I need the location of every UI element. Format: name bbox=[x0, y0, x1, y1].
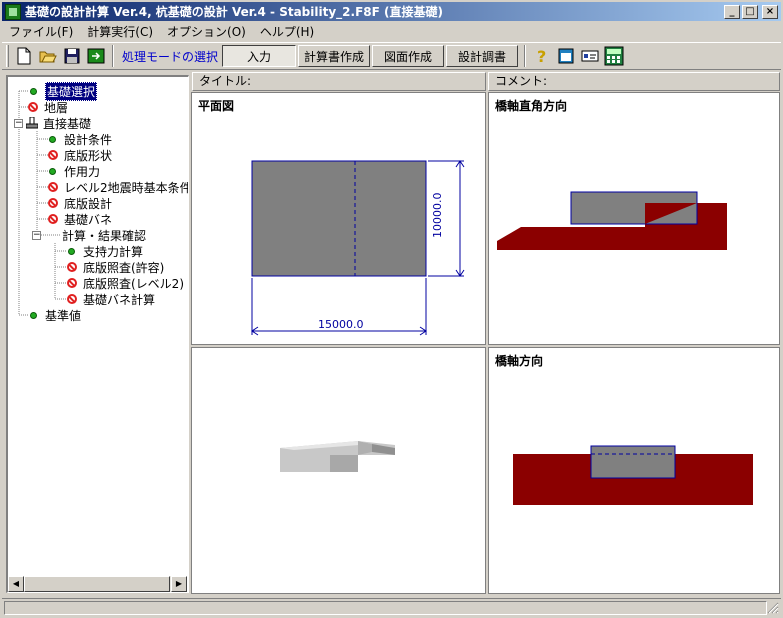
status-incomplete-icon bbox=[28, 102, 38, 112]
tree-item-slab-design[interactable]: 底版設計 bbox=[48, 195, 112, 211]
title-bar[interactable]: 基礎の設計計算 Ver.4, 杭基礎の設計 Ver.4 - Stability_… bbox=[2, 2, 781, 21]
tree-item-strata[interactable]: 地層 bbox=[28, 99, 68, 115]
transverse-section-drawing bbox=[497, 191, 727, 250]
app-icon bbox=[5, 3, 21, 20]
tree-view: 基礎選択 地層 − 直接基礎 設計条件 底版形状 作用力 レベル2地震時基本条件 bbox=[6, 75, 189, 593]
scroll-thumb[interactable] bbox=[24, 576, 170, 592]
save-icon[interactable] bbox=[62, 46, 82, 66]
tree-item-spring-calc[interactable]: 基礎バネ計算 bbox=[67, 291, 155, 307]
mode-label: 処理モードの選択 bbox=[122, 49, 219, 64]
3d-view-pane[interactable] bbox=[191, 347, 486, 594]
dimension-depth-label: 10000.0 bbox=[431, 192, 444, 239]
scroll-left-button[interactable]: ◀ bbox=[8, 576, 24, 592]
toolbar-separator-2 bbox=[524, 45, 527, 67]
foundation-folder-icon bbox=[26, 117, 38, 129]
app-window: 基礎の設計計算 Ver.4, 杭基礎の設計 Ver.4 - Stability_… bbox=[0, 0, 783, 618]
status-ok-icon bbox=[30, 87, 37, 95]
3d-model-drawing bbox=[280, 441, 395, 472]
window-title: 基礎の設計計算 Ver.4, 杭基礎の設計 Ver.4 - Stability_… bbox=[25, 5, 443, 19]
toolbar-grip[interactable] bbox=[6, 45, 9, 67]
tree-item-loads[interactable]: 作用力 bbox=[49, 163, 100, 179]
tree-label: 基礎バネ計算 bbox=[83, 292, 156, 307]
menu-options[interactable]: オプション(O) bbox=[160, 23, 253, 40]
mode-drawing-button[interactable]: 図面作成 bbox=[372, 45, 445, 67]
toolbar-separator bbox=[112, 45, 114, 67]
status-ok-icon bbox=[49, 135, 56, 143]
tree-label: 支持力計算 bbox=[83, 244, 144, 259]
status-incomplete-icon bbox=[67, 278, 77, 288]
menu-file[interactable]: ファイル(F) bbox=[2, 23, 80, 40]
title-header: タイトル: bbox=[192, 72, 486, 91]
maximize-button[interactable]: □ bbox=[742, 4, 758, 19]
toolbar: 処理モードの選択 入力 計算書作成 図面作成 設計調書 ? bbox=[2, 42, 781, 70]
collapse-toggle-icon[interactable]: − bbox=[32, 230, 41, 240]
calculator-icon[interactable] bbox=[604, 46, 624, 66]
close-button[interactable]: × bbox=[762, 4, 778, 19]
plan-view-pane[interactable]: 平面図 15000.0 10000.0 bbox=[191, 92, 486, 345]
tree-item-calc-results[interactable]: − 計算・結果確認 bbox=[32, 227, 146, 243]
tree-item-standards[interactable]: 基準値 bbox=[30, 307, 81, 323]
longitudinal-view-pane[interactable]: 橋軸方向 bbox=[488, 347, 780, 594]
resize-grip-icon[interactable] bbox=[767, 602, 779, 614]
menu-help[interactable]: ヘルプ(H) bbox=[253, 23, 321, 40]
status-bar bbox=[2, 598, 781, 616]
tree-label: 基準値 bbox=[45, 308, 82, 323]
menu-calc[interactable]: 計算実行(C) bbox=[80, 23, 160, 40]
tree-label: 地層 bbox=[44, 100, 69, 115]
minimize-button[interactable]: _ bbox=[724, 4, 740, 19]
tree-label: 基礎バネ bbox=[64, 212, 113, 227]
tree-label: 底版設計 bbox=[64, 196, 113, 211]
tree-label: 計算・結果確認 bbox=[62, 228, 147, 243]
tree-item-level2-seismic[interactable]: レベル2地震時基本条件 bbox=[48, 179, 189, 195]
status-incomplete-icon bbox=[67, 294, 77, 304]
tree-item-slab-shape[interactable]: 底版形状 bbox=[48, 147, 112, 163]
menu-bar: ファイル(F) 計算実行(C) オプション(O) ヘルプ(H) bbox=[2, 22, 781, 40]
collapse-toggle-icon[interactable]: − bbox=[14, 118, 23, 128]
card-icon[interactable] bbox=[580, 46, 600, 66]
mode-input-button[interactable]: 入力 bbox=[222, 45, 297, 67]
help-icon[interactable]: ? bbox=[532, 46, 552, 66]
mode-survey-button[interactable]: 設計調書 bbox=[446, 45, 519, 67]
tree-item-design-conditions[interactable]: 設計条件 bbox=[49, 131, 112, 147]
status-ok-icon bbox=[30, 311, 37, 319]
tree-label: レベル2地震時基本条件 bbox=[64, 180, 189, 195]
status-ok-icon bbox=[68, 247, 75, 255]
open-folder-icon[interactable] bbox=[38, 46, 58, 66]
status-incomplete-icon bbox=[48, 214, 58, 224]
new-file-icon[interactable] bbox=[14, 46, 34, 66]
tree-label: 底版照査(レベル2) bbox=[83, 276, 184, 291]
transverse-view-pane[interactable]: 橋軸直角方向 bbox=[488, 92, 780, 345]
status-cell bbox=[4, 601, 767, 615]
scroll-right-button[interactable]: ▶ bbox=[171, 576, 187, 592]
tree-item-foundation-spring[interactable]: 基礎バネ bbox=[48, 211, 112, 227]
window-icon[interactable] bbox=[556, 46, 576, 66]
status-incomplete-icon bbox=[48, 182, 58, 192]
tree-label: 底版形状 bbox=[64, 148, 113, 163]
status-incomplete-icon bbox=[48, 150, 58, 160]
exit-icon[interactable] bbox=[86, 46, 106, 66]
tree-label: 直接基礎 bbox=[43, 116, 92, 131]
tree-label: 設計条件 bbox=[64, 132, 113, 147]
status-ok-icon bbox=[49, 167, 56, 175]
dimension-width-label: 15000.0 bbox=[318, 318, 364, 331]
tree-item-slab-check-level2[interactable]: 底版照査(レベル2) bbox=[67, 275, 184, 291]
tree-item-slab-check-allowable[interactable]: 底版照査(許容) bbox=[67, 259, 164, 275]
tree-label: 作用力 bbox=[64, 164, 101, 179]
tree-item-foundation-select[interactable]: 基礎選択 bbox=[30, 81, 98, 101]
comment-header: コメント: bbox=[488, 72, 780, 91]
svg-text:?: ? bbox=[537, 47, 546, 65]
tree-label: 底版照査(許容) bbox=[83, 260, 165, 275]
status-incomplete-icon bbox=[48, 198, 58, 208]
longitudinal-section-drawing bbox=[513, 445, 753, 505]
status-incomplete-icon bbox=[67, 262, 77, 272]
tree-item-spread-foundation[interactable]: − 直接基礎 bbox=[14, 115, 91, 131]
mode-report-button[interactable]: 計算書作成 bbox=[298, 45, 371, 67]
tree-item-bearing-capacity[interactable]: 支持力計算 bbox=[68, 243, 143, 259]
tree-horizontal-scrollbar[interactable]: ◀ ▶ bbox=[8, 576, 187, 592]
